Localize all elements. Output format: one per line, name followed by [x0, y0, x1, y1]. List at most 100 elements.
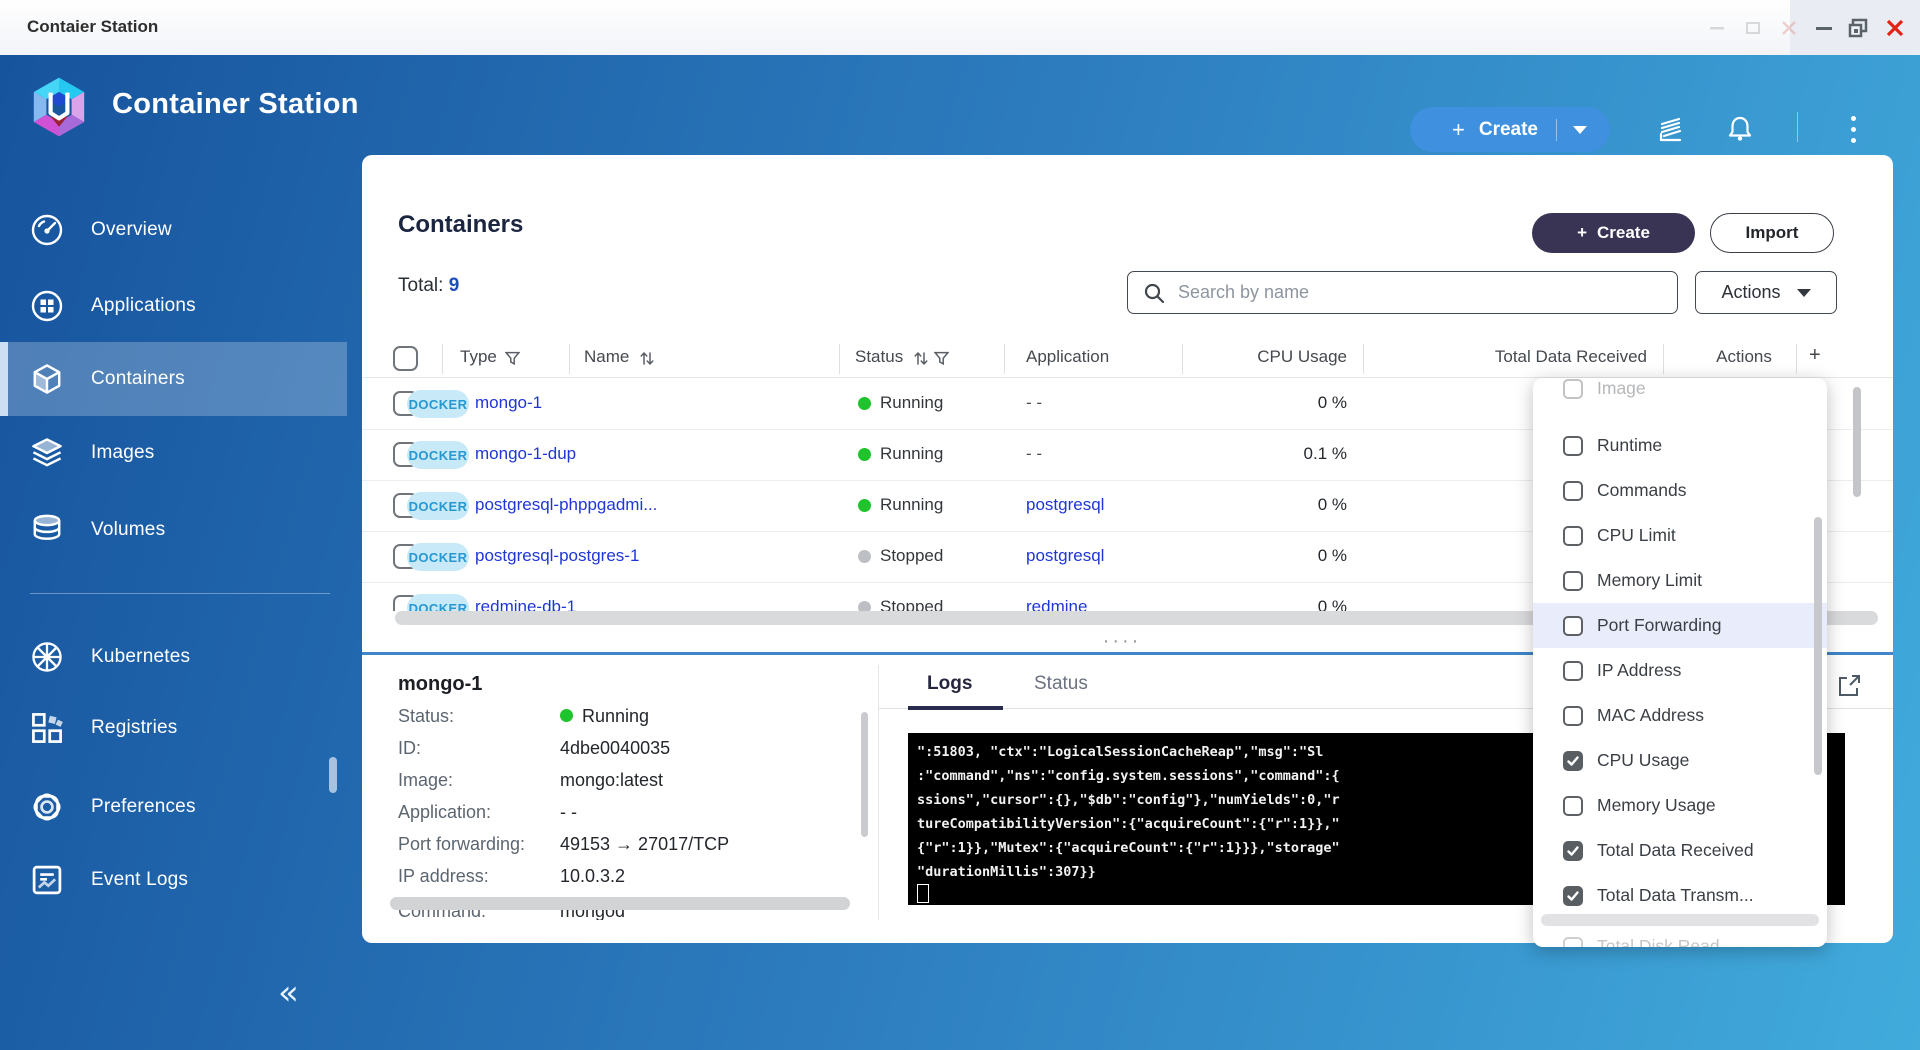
checkbox-unchecked[interactable]	[1563, 571, 1583, 591]
dropdown-item-port-forwarding[interactable]: Port Forwarding	[1533, 603, 1827, 648]
search-box[interactable]	[1127, 271, 1678, 314]
checkbox-checked[interactable]	[1563, 751, 1583, 771]
dropdown-item-total-disk-read[interactable]: Total Disk Read	[1533, 924, 1827, 947]
column-application[interactable]: Application	[1026, 347, 1109, 367]
sidebar-item-preferences[interactable]: Preferences	[0, 772, 347, 842]
dropdown-item-cpu-usage[interactable]: CPU Usage	[1533, 738, 1827, 783]
actions-dropdown-button[interactable]: Actions	[1695, 271, 1837, 314]
dropdown-item-total-data-received[interactable]: Total Data Received	[1533, 828, 1827, 873]
checkbox-checked[interactable]	[1563, 841, 1583, 861]
container-name-link[interactable]: mongo-1	[475, 393, 542, 413]
sidebar-collapse-button[interactable]: «	[278, 973, 299, 1013]
create-container-button[interactable]: + Create	[1532, 213, 1695, 253]
popout-icon[interactable]	[1836, 673, 1862, 699]
application-link[interactable]: redmine	[1026, 597, 1087, 611]
dropdown-vertical-scrollbar[interactable]	[1814, 517, 1822, 775]
filter-icon[interactable]	[505, 351, 520, 371]
sidebar-item-registries[interactable]: Registries	[0, 693, 347, 763]
search-input[interactable]	[1176, 281, 1677, 304]
panel-divider	[878, 665, 879, 920]
status-dot-running	[858, 448, 871, 461]
add-column-button[interactable]: +	[1809, 344, 1821, 367]
sidebar-item-label: Event Logs	[91, 869, 188, 891]
application-link[interactable]: postgresql	[1026, 495, 1104, 515]
dropdown-item-commands[interactable]: Commands	[1533, 468, 1827, 513]
header-create-button[interactable]: + Create	[1410, 107, 1610, 152]
checkbox-unchecked[interactable]	[1563, 436, 1583, 456]
dropdown-item-ip-address[interactable]: IP Address	[1533, 648, 1827, 693]
tab-status[interactable]: Status	[1034, 673, 1088, 695]
checkbox-checked[interactable]	[1563, 886, 1583, 906]
sidebar-item-containers[interactable]: Containers	[0, 342, 347, 416]
dropdown-item-memory-usage[interactable]: Memory Usage	[1533, 783, 1827, 828]
notifications-bell-icon[interactable]	[1722, 111, 1758, 147]
checkbox-unchecked[interactable]	[1563, 379, 1583, 399]
button-divider	[1556, 119, 1557, 141]
header-create-label: Create	[1479, 119, 1538, 141]
sidebar-item-applications[interactable]: Applications	[0, 271, 347, 341]
sort-icon[interactable]	[639, 350, 655, 372]
application-link[interactable]: postgresql	[1026, 546, 1104, 566]
container-name-link[interactable]: postgresql-phppgadmi...	[475, 495, 657, 515]
chevron-down-icon[interactable]	[1573, 126, 1587, 134]
detail-value: - -	[560, 802, 577, 823]
checkbox-unchecked[interactable]	[1563, 796, 1583, 816]
cpu-usage-value: 0.1 %	[1207, 444, 1347, 464]
checkbox-unchecked[interactable]	[1563, 661, 1583, 681]
cpu-usage-value: 0 %	[1207, 597, 1347, 611]
splitter-drag-handle[interactable]: ····	[1102, 636, 1142, 646]
dropdown-item-memory-limit[interactable]: Memory Limit	[1533, 558, 1827, 603]
kubernetes-wheel-icon	[27, 638, 67, 676]
dropdown-item-runtime[interactable]: Runtime	[1533, 423, 1827, 468]
more-options-icon[interactable]	[1845, 111, 1861, 147]
status-dot-stopped	[858, 601, 871, 611]
checkbox-unchecked[interactable]	[1563, 481, 1583, 501]
sidebar-item-event-logs[interactable]: Event Logs	[0, 845, 347, 915]
container-name-link[interactable]: postgresql-postgres-1	[475, 546, 639, 566]
column-actions[interactable]: Actions	[1711, 347, 1777, 367]
container-name-link[interactable]: redmine-db-1	[475, 597, 576, 611]
column-total-data-received[interactable]: Total Data Received	[1472, 347, 1647, 367]
actions-label: Actions	[1721, 282, 1780, 303]
sidebar-item-images[interactable]: Images	[0, 418, 347, 488]
detail-label: Port forwarding:	[398, 834, 525, 855]
column-status[interactable]: Status	[855, 347, 903, 367]
checkbox-unchecked[interactable]	[1563, 706, 1583, 726]
minimize-button[interactable]	[1814, 18, 1834, 38]
container-name-link[interactable]: mongo-1-dup	[475, 444, 576, 464]
application-value: - -	[1026, 444, 1042, 464]
details-horizontal-scrollbar[interactable]	[390, 897, 850, 910]
restore-button[interactable]	[1848, 18, 1868, 38]
sidebar-item-label: Kubernetes	[91, 646, 190, 668]
sort-icon[interactable]	[913, 350, 929, 372]
sidebar-scrollbar-thumb[interactable]	[329, 757, 337, 793]
dropdown-item-image[interactable]: Image	[1533, 378, 1827, 411]
details-vertical-scrollbar[interactable]	[861, 712, 868, 837]
resource-monitor-icon[interactable]	[1652, 111, 1688, 147]
column-cpu-usage[interactable]: CPU Usage	[1207, 347, 1347, 367]
dropdown-item-cpu-limit[interactable]: CPU Limit	[1533, 513, 1827, 558]
detail-row: Image: mongo:latest	[398, 770, 868, 796]
column-name[interactable]: Name	[584, 347, 629, 367]
sidebar-item-volumes[interactable]: Volumes	[0, 495, 347, 565]
checkbox-unchecked[interactable]	[1563, 937, 1583, 948]
os-titlebar: Contaier Station	[0, 0, 1920, 56]
terminal-cursor	[917, 884, 929, 903]
select-all-checkbox[interactable]	[393, 346, 418, 371]
close-button[interactable]	[1885, 18, 1905, 38]
checkbox-unchecked[interactable]	[1563, 526, 1583, 546]
dropdown-item-mac-address[interactable]: MAC Address	[1533, 693, 1827, 738]
column-type[interactable]: Type	[460, 347, 497, 367]
sidebar-item-overview[interactable]: Overview	[0, 195, 347, 265]
detail-value: 10.0.3.2	[560, 866, 625, 887]
dropdown-item-total-data-transmitted[interactable]: Total Data Transm...	[1533, 873, 1827, 918]
status-dot-stopped	[858, 550, 871, 563]
detail-row: Application: - -	[398, 802, 868, 828]
import-button[interactable]: Import	[1710, 213, 1834, 253]
sidebar-item-kubernetes[interactable]: Kubernetes	[0, 622, 347, 692]
tab-logs[interactable]: Logs	[927, 673, 972, 695]
checkbox-unchecked[interactable]	[1563, 616, 1583, 636]
close-icon-faded	[1779, 18, 1799, 38]
table-vertical-scrollbar[interactable]	[1853, 387, 1861, 497]
filter-icon[interactable]	[934, 351, 949, 371]
